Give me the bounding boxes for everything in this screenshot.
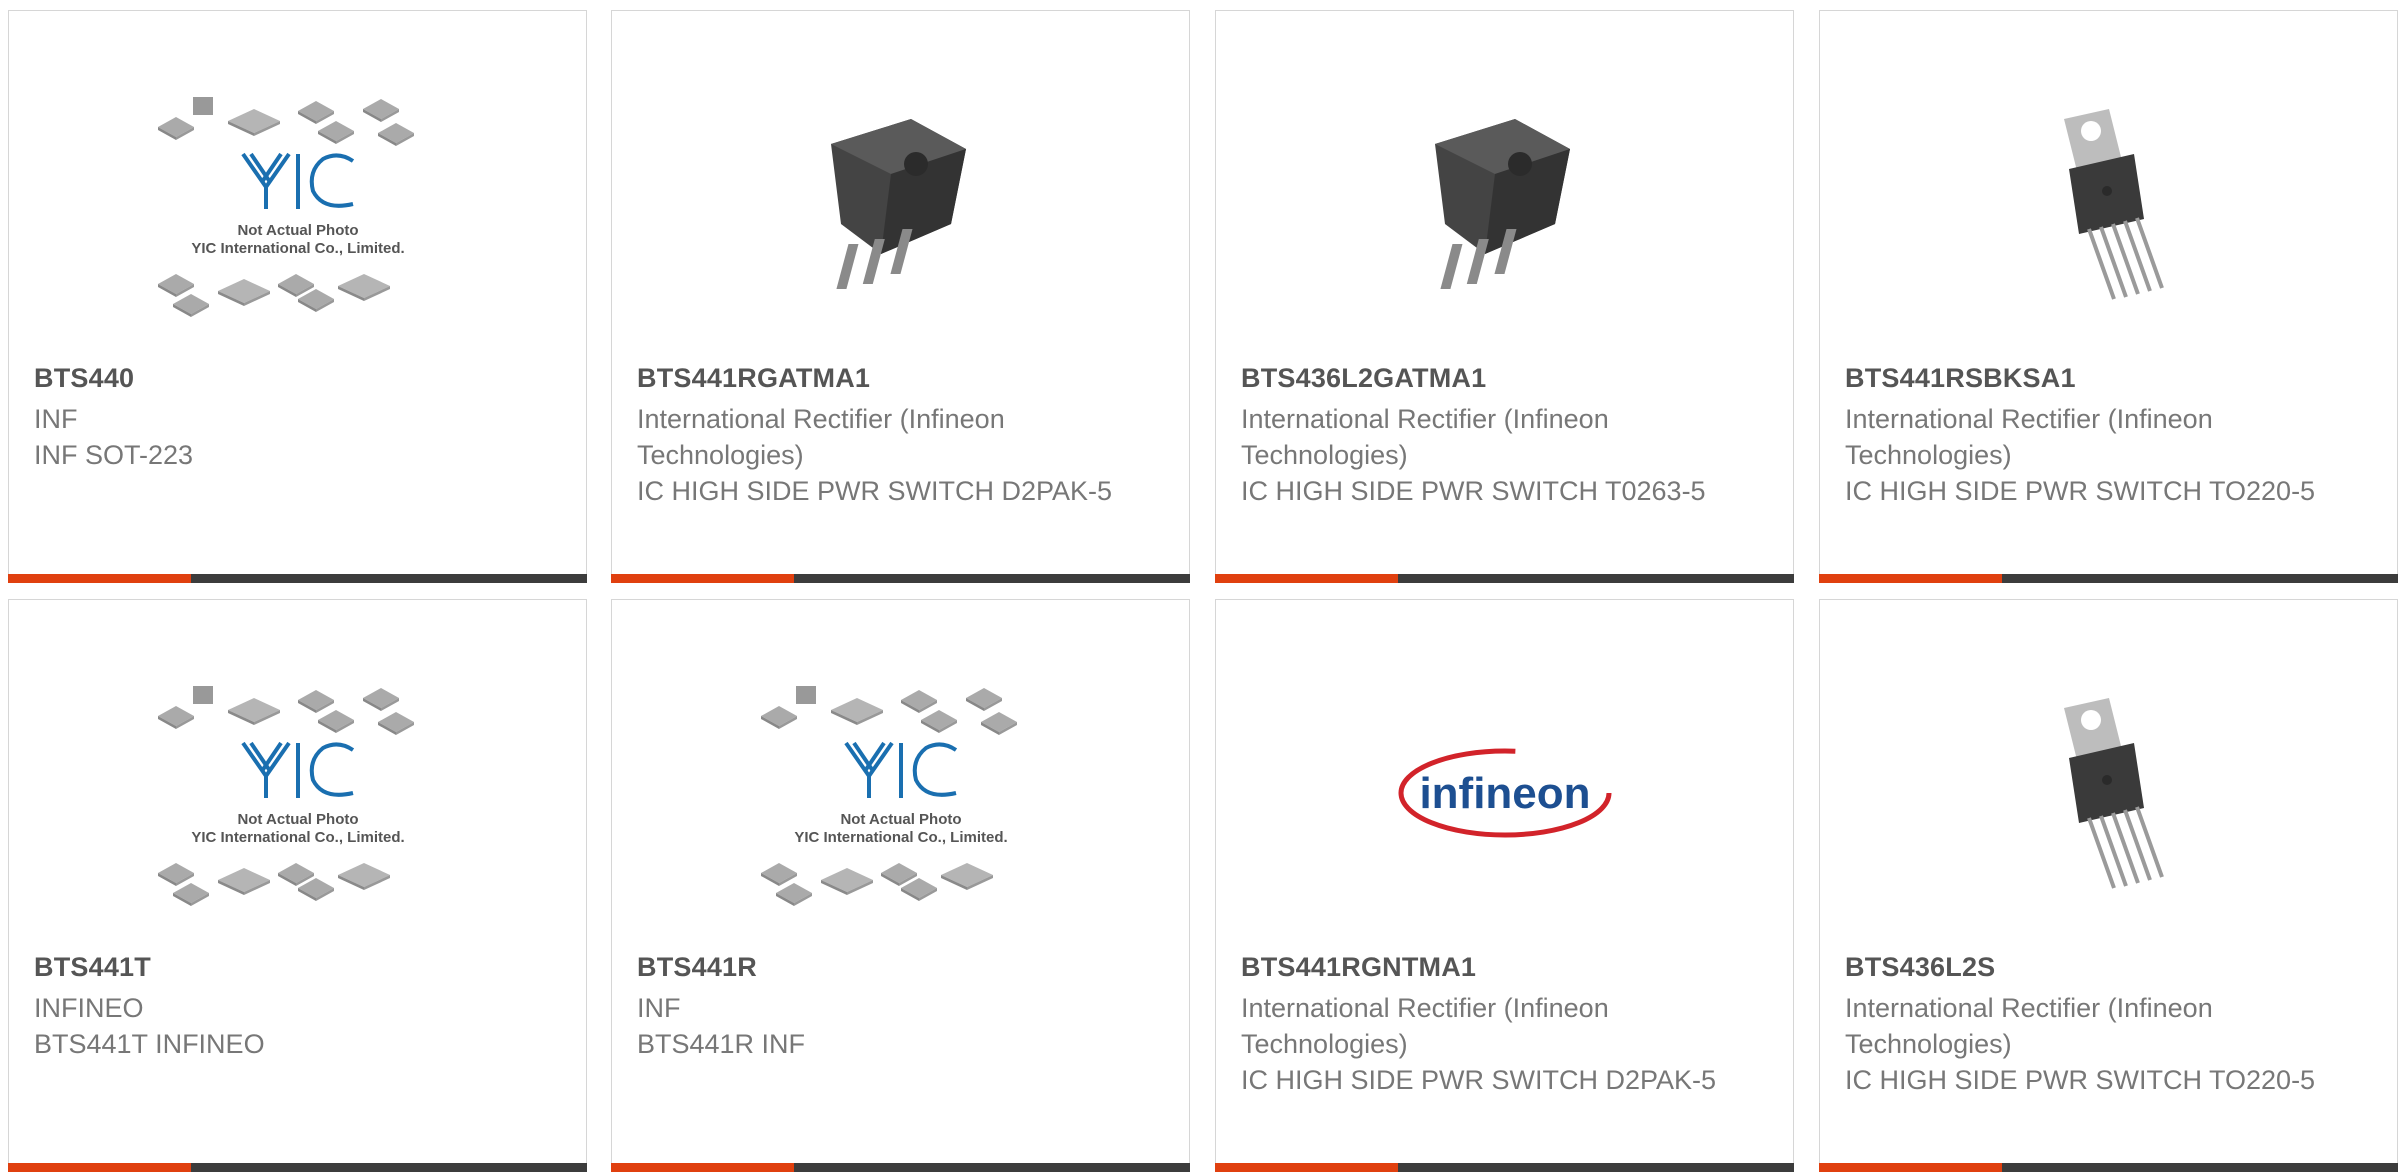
d2pak-package-image <box>612 51 1189 356</box>
to220-package-image <box>1820 51 2397 356</box>
product-card[interactable]: Not Actual Photo YIC International Co., … <box>611 599 1190 1172</box>
product-detail: IC HIGH SIDE PWR SWITCH D2PAK-5 <box>637 476 1113 506</box>
card-accent-bar <box>611 1163 1190 1172</box>
placeholder-text-2: YIC International Co., Limited. <box>191 240 404 257</box>
product-card[interactable]: Not Actual Photo YIC International Co., … <box>8 10 587 583</box>
placeholder-text-1: Not Actual Photo <box>840 811 961 828</box>
card-accent-bar <box>1215 574 1794 583</box>
product-description: INF BTS441R INF <box>637 990 1157 1062</box>
product-detail: BTS441R INF <box>637 1029 806 1059</box>
yic-placeholder-image: Not Actual Photo YIC International Co., … <box>9 640 586 945</box>
product-detail: IC HIGH SIDE PWR SWITCH D2PAK-5 <box>1241 1065 1717 1095</box>
product-description: International Rectifier (Infineon Techno… <box>1241 990 1761 1098</box>
card-accent-bar <box>8 1163 587 1172</box>
product-manufacturer: International Rectifier (Infineon Techno… <box>1845 993 2213 1059</box>
to220-package-image <box>1820 640 2397 945</box>
card-accent-bar <box>1819 574 2398 583</box>
card-accent-bar <box>8 574 587 583</box>
product-name[interactable]: BTS441T <box>34 952 151 983</box>
placeholder-text-1: Not Actual Photo <box>237 222 358 239</box>
product-name[interactable]: BTS441R <box>637 952 757 983</box>
product-name[interactable]: BTS440 <box>34 363 134 394</box>
product-manufacturer: International Rectifier (Infineon Techno… <box>1241 404 1609 470</box>
product-detail: IC HIGH SIDE PWR SWITCH T0263-5 <box>1241 476 1706 506</box>
product-detail: IC HIGH SIDE PWR SWITCH TO220-5 <box>1845 1065 2316 1095</box>
d2pak-package-image <box>1216 51 1793 356</box>
card-accent-bar <box>611 574 1190 583</box>
card-accent-bar <box>1819 1163 2398 1172</box>
product-description: International Rectifier (Infineon Techno… <box>1845 990 2365 1098</box>
product-detail: INF SOT-223 <box>34 440 194 470</box>
placeholder-text-2: YIC International Co., Limited. <box>794 829 1007 846</box>
placeholder-text-1: Not Actual Photo <box>237 811 358 828</box>
product-name[interactable]: BTS441RSBKSA1 <box>1845 363 2076 394</box>
product-card[interactable]: BTS441RSBKSA1 International Rectifier (I… <box>1819 10 2398 583</box>
product-manufacturer: International Rectifier (Infineon Techno… <box>1845 404 2213 470</box>
product-card[interactable]: Not Actual Photo YIC International Co., … <box>8 599 587 1172</box>
product-description: INF INF SOT-223 <box>34 401 554 473</box>
product-description: International Rectifier (Infineon Techno… <box>1845 401 2365 509</box>
product-name[interactable]: BTS436L2S <box>1845 952 1995 983</box>
product-name[interactable]: BTS436L2GATMA1 <box>1241 363 1486 394</box>
product-manufacturer: International Rectifier (Infineon Techno… <box>637 404 1005 470</box>
product-name[interactable]: BTS441RGNTMA1 <box>1241 952 1476 983</box>
product-manufacturer: International Rectifier (Infineon Techno… <box>1241 993 1609 1059</box>
product-name[interactable]: BTS441RGATMA1 <box>637 363 870 394</box>
product-card[interactable]: BTS436L2GATMA1 International Rectifier (… <box>1215 10 1794 583</box>
yic-placeholder-image: Not Actual Photo YIC International Co., … <box>9 51 586 356</box>
infineon-logo-image: infineon <box>1216 640 1793 945</box>
placeholder-text-2: YIC International Co., Limited. <box>191 829 404 846</box>
product-description: International Rectifier (Infineon Techno… <box>1241 401 1761 509</box>
product-detail: BTS441T INFINEO <box>34 1029 265 1059</box>
product-card[interactable]: BTS436L2S International Rectifier (Infin… <box>1819 599 2398 1172</box>
yic-placeholder-image: Not Actual Photo YIC International Co., … <box>612 640 1189 945</box>
product-description: INFINEO BTS441T INFINEO <box>34 990 554 1062</box>
product-detail: IC HIGH SIDE PWR SWITCH TO220-5 <box>1845 476 2316 506</box>
product-manufacturer: INF <box>34 404 78 434</box>
product-card[interactable]: infineon BTS441RGNTMA1 International Rec… <box>1215 599 1794 1172</box>
logo-text: infineon <box>1419 769 1590 818</box>
product-manufacturer: INF <box>637 993 681 1023</box>
card-accent-bar <box>1215 1163 1794 1172</box>
product-manufacturer: INFINEO <box>34 993 144 1023</box>
product-card[interactable]: BTS441RGATMA1 International Rectifier (I… <box>611 10 1190 583</box>
product-description: International Rectifier (Infineon Techno… <box>637 401 1157 509</box>
